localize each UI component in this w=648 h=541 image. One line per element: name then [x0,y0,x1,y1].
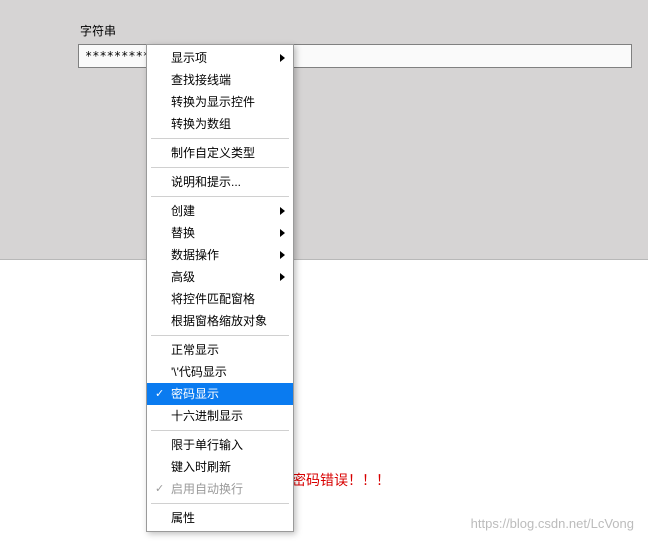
menu-item-label: 限于单行输入 [171,438,243,452]
menu-item[interactable]: 显示项 [147,47,293,69]
menu-item-label: 十六进制显示 [171,409,243,423]
menu-item[interactable]: 创建 [147,200,293,222]
menu-item[interactable]: 高级 [147,266,293,288]
menu-item[interactable]: 替换 [147,222,293,244]
menu-separator [151,167,289,168]
chevron-right-icon [280,207,285,215]
check-icon: ✓ [155,478,164,500]
string-field-label: 字符串 [80,22,116,39]
menu-item[interactable]: 转换为数组 [147,113,293,135]
menu-item[interactable]: 转换为显示控件 [147,91,293,113]
menu-separator [151,430,289,431]
menu-item[interactable]: 将控件匹配窗格 [147,288,293,310]
error-message: 密码错误！！！ [292,470,390,490]
menu-item-label: 键入时刷新 [171,460,231,474]
menu-item[interactable]: ✓ 密码显示 [147,383,293,405]
menu-item-label: 根据窗格缩放对象 [171,314,267,328]
menu-item[interactable]: 限于单行输入 [147,434,293,456]
menu-item-label: 将控件匹配窗格 [171,292,255,306]
menu-item-label: 转换为显示控件 [171,95,255,109]
context-menu: 显示项查找接线端转换为显示控件转换为数组制作自定义类型说明和提示... 创建替换数… [146,44,294,532]
chevron-right-icon [280,229,285,237]
check-icon: ✓ [155,383,164,405]
menu-item[interactable]: 制作自定义类型 [147,142,293,164]
menu-item-label: 创建 [171,204,195,218]
menu-item[interactable]: 说明和提示... [147,171,293,193]
menu-item[interactable]: 查找接线端 [147,69,293,91]
menu-item[interactable]: 数据操作 [147,244,293,266]
menu-item[interactable]: 根据窗格缩放对象 [147,310,293,332]
menu-item[interactable]: 正常显示 [147,339,293,361]
menu-item-label: 密码显示 [171,387,219,401]
chevron-right-icon [280,54,285,62]
upper-panel: 字符串 [0,0,648,260]
menu-item-label: 属性 [171,511,195,525]
menu-separator [151,138,289,139]
menu-separator [151,196,289,197]
menu-item-label: 显示项 [171,51,207,65]
menu-item-label: 制作自定义类型 [171,146,255,160]
chevron-right-icon [280,251,285,259]
menu-separator [151,335,289,336]
menu-item-label: '\'代码显示 [171,365,227,379]
menu-item-label: 高级 [171,270,195,284]
menu-item[interactable]: 十六进制显示 [147,405,293,427]
menu-item[interactable]: 属性 [147,507,293,529]
menu-item[interactable]: 键入时刷新 [147,456,293,478]
menu-item-label: 正常显示 [171,343,219,357]
watermark-text: https://blog.csdn.net/LcVong [471,516,634,531]
menu-item-label: 替换 [171,226,195,240]
chevron-right-icon [280,273,285,281]
menu-item-label: 转换为数组 [171,117,231,131]
menu-item-label: 启用自动换行 [171,482,243,496]
menu-item[interactable]: '\'代码显示 [147,361,293,383]
menu-separator [151,503,289,504]
menu-item: ✓ 启用自动换行 [147,478,293,500]
menu-item-label: 说明和提示... [171,175,241,189]
menu-item-label: 查找接线端 [171,73,231,87]
menu-item-label: 数据操作 [171,248,219,262]
